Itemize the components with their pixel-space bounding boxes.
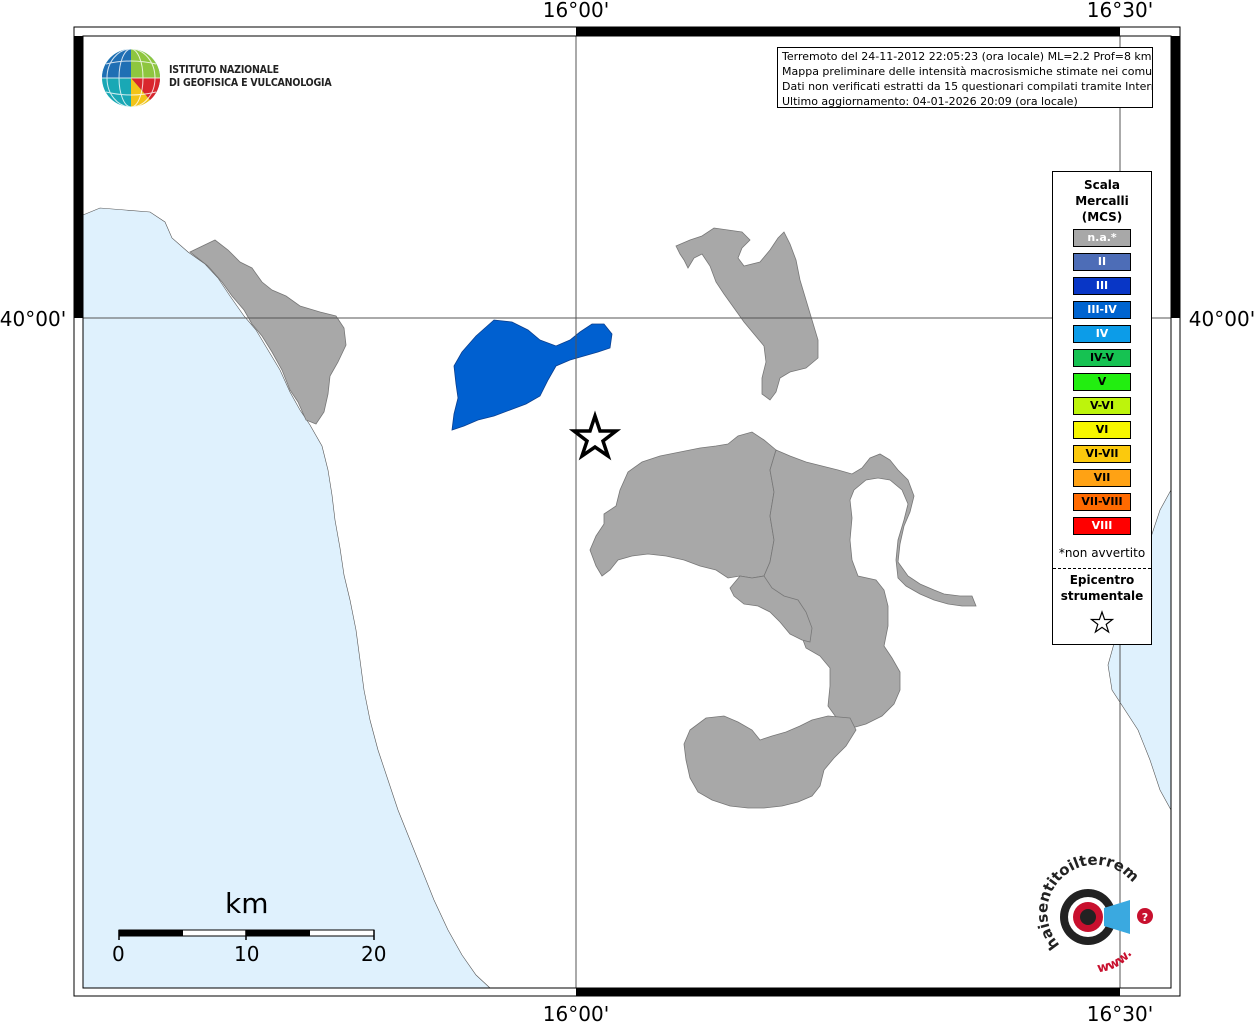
legend-item-9: VI-VII	[1073, 445, 1131, 463]
info-line-3: Dati non verificati estratti da 15 quest…	[782, 80, 1153, 93]
scale-label-20: 20	[361, 942, 387, 966]
info-line-1: Terremoto del 24-11-2012 22:05:23 (ora l…	[782, 50, 1152, 63]
coord-bottom-16-30: 16°30'	[1087, 1002, 1153, 1024]
info-line-2: Mappa preliminare delle intensità macros…	[782, 65, 1153, 78]
legend-title: Scala Mercalli (MCS)	[1053, 177, 1151, 225]
legend-item-5: IV-V	[1073, 349, 1131, 367]
legend-items: n.a.* II III III-IV IV IV-V V V-VI VI VI-VII VII VI…	[1073, 229, 1131, 541]
legend-item-8: VI	[1073, 421, 1131, 439]
legend-item-10: VII	[1073, 469, 1131, 487]
coord-left-40-00: 40°00'	[0, 307, 66, 331]
legend-item-11: VII-VIII	[1073, 493, 1131, 511]
coord-right-40-00: 40°00'	[1189, 307, 1254, 331]
legend-note: *non avvertito	[1058, 546, 1146, 560]
coord-top-16-00: 16°00'	[543, 0, 609, 22]
legend-item-0: n.a.*	[1073, 229, 1131, 247]
legend-item-6: V	[1073, 373, 1131, 391]
ingv-logo-icon	[102, 48, 161, 108]
legend-item-1: II	[1073, 253, 1131, 271]
legend-item-3: III-IV	[1073, 301, 1131, 319]
scale-label-10: 10	[234, 942, 260, 966]
legend-item-2: III	[1073, 277, 1131, 295]
legend-epicenter-label: Epicentro strumentale	[1053, 572, 1151, 604]
legend-star-icon	[1089, 610, 1115, 634]
svg-text:?: ?	[1142, 911, 1148, 924]
mcs-legend: Scala Mercalli (MCS) n.a.* II III III-IV IV I…	[1052, 171, 1152, 645]
legend-epicenter-line1: Epicentro	[1069, 573, 1135, 587]
ingv-logo-line1: ISTITUTO NAZIONALE	[169, 64, 279, 76]
legend-divider	[1053, 568, 1151, 569]
legend-title-line2: Mercalli	[1075, 194, 1129, 208]
coord-bottom-16-00: 16°00'	[543, 1002, 609, 1024]
info-line-4: Ultimo aggiornamento: 04-01-2026 20:09 (…	[782, 95, 1078, 108]
legend-epicenter-line2: strumentale	[1060, 589, 1144, 603]
legend-item-4: IV	[1073, 325, 1131, 343]
scale-bar-title: km	[225, 887, 269, 920]
ingv-logo-text: ISTITUTO NAZIONALE DI GEOFISICA E VULCAN…	[169, 64, 332, 90]
scale-label-0: 0	[112, 942, 125, 966]
legend-item-7: V-VI	[1073, 397, 1131, 415]
legend-title-line3: (MCS)	[1081, 210, 1123, 224]
legend-title-line1: Scala	[1083, 178, 1121, 192]
ingv-logo-line2: DI GEOFISICA E VULCANOLOGIA	[169, 77, 332, 89]
legend-item-12: VIII	[1073, 517, 1131, 535]
earthquake-info-box: Terremoto del 24-11-2012 22:05:23 (ora l…	[777, 47, 1153, 108]
coord-top-16-30: 16°30'	[1087, 0, 1153, 22]
